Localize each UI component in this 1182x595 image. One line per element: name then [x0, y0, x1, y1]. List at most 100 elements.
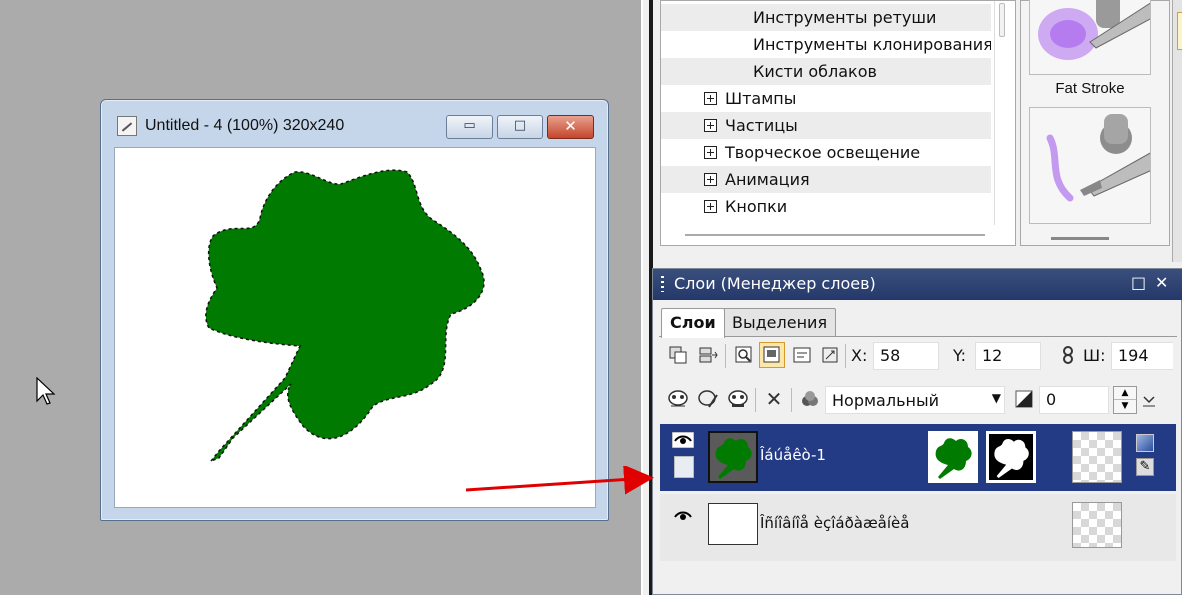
- airbrush-icon: [1046, 114, 1150, 202]
- layer-properties-icon[interactable]: [789, 342, 815, 368]
- tree-item[interactable]: Штампы: [661, 85, 991, 112]
- restore-icon[interactable]: □: [1131, 273, 1146, 292]
- opacity-dropdown-icon[interactable]: [1139, 386, 1159, 412]
- tree-item[interactable]: Кисти облаков: [661, 58, 991, 85]
- document-icon: [117, 116, 137, 136]
- tree-item[interactable]: Кнопки: [661, 193, 991, 220]
- tree-item[interactable]: Инструменты клонирования: [661, 31, 991, 58]
- tree-horizontal-scrollbar[interactable]: [685, 234, 985, 238]
- layer-name[interactable]: Îáúåêò-1: [760, 446, 910, 464]
- scrollbar-thumb[interactable]: [999, 3, 1005, 37]
- tree-vertical-scrollbar[interactable]: [994, 1, 1009, 225]
- visibility-toggle[interactable]: [672, 508, 696, 558]
- merge-layers-glyph: [699, 347, 718, 363]
- tree-item-label: Кисти облаков: [753, 62, 877, 81]
- chain-link-glyph: [1063, 346, 1073, 364]
- toolbar-separator: [755, 388, 756, 412]
- tree-item[interactable]: Частицы: [661, 112, 991, 139]
- color-balls-glyph: [802, 391, 818, 406]
- layer-transparency-thumbnail: [1072, 431, 1122, 483]
- layers-panel-header[interactable]: Слои (Менеджер слоев) □ ✕: [653, 269, 1182, 300]
- y-position-input[interactable]: 12: [975, 342, 1041, 370]
- document-titlebar[interactable]: Untitled - 4 (100%) 320x240 ▭ □ ✕: [101, 100, 608, 146]
- brush-preset-thumbnail[interactable]: [1029, 107, 1151, 224]
- spin-up-icon[interactable]: ▲: [1114, 387, 1136, 400]
- merge-layers-icon[interactable]: [695, 342, 721, 368]
- brush-preset-thumbnail[interactable]: [1029, 0, 1151, 75]
- zoom-layer-icon[interactable]: [731, 342, 757, 368]
- close-button[interactable]: ✕: [547, 115, 594, 139]
- toolbar-separator: [725, 344, 726, 368]
- layer-mode-glyph: [763, 346, 780, 363]
- layer-row-object-1[interactable]: Îáúåêò-1 ✎: [660, 424, 1176, 491]
- layer-name[interactable]: Îñíîâíîå èçîáðàæåíèå: [760, 514, 910, 532]
- brush-scrollbar[interactable]: [1051, 237, 1109, 240]
- layer-row-background[interactable]: Îñíîâíîå èçîáðàæåíèå: [660, 494, 1176, 561]
- minimize-button[interactable]: ▭: [446, 115, 493, 139]
- tree-item[interactable]: Инструменты ретуши: [661, 4, 991, 31]
- tree-item[interactable]: Анимация: [661, 166, 991, 193]
- color-balls-icon[interactable]: [797, 386, 823, 412]
- expand-icon[interactable]: [704, 119, 717, 132]
- layer-mode-icon[interactable]: [759, 342, 785, 368]
- image-canvas[interactable]: [114, 147, 596, 508]
- chevron-down-icon: ▼: [991, 391, 1001, 405]
- color-swatch-icon[interactable]: [1136, 434, 1154, 452]
- effects-tree-panel: Инструменты ретуши Инструменты клонирова…: [660, 0, 1016, 246]
- eye-icon: [674, 511, 692, 520]
- tree-item-label: Инструменты ретуши: [753, 8, 937, 27]
- mask-icon[interactable]: [665, 386, 691, 412]
- brush-preset-label: Fat Stroke: [1055, 80, 1125, 97]
- expand-icon[interactable]: [704, 92, 717, 105]
- leaf-thumbnail: [715, 438, 752, 479]
- opacity-spinner[interactable]: ▲ ▼: [1113, 386, 1137, 414]
- annotation-arrow: [465, 466, 654, 495]
- expand-icon[interactable]: [704, 200, 717, 213]
- layer-content-thumbnail: [928, 431, 978, 483]
- mask-delete-icon[interactable]: [725, 386, 751, 412]
- blend-mode-select[interactable]: Нормальный ▼: [825, 386, 1005, 414]
- brush-edit-icon[interactable]: ✎: [1136, 458, 1154, 476]
- document-window[interactable]: Untitled - 4 (100%) 320x240 ▭ □ ✕: [100, 99, 609, 521]
- minimize-icon: ▭: [463, 118, 476, 133]
- layer-thumbnail: [708, 503, 758, 545]
- layer-transform-icon[interactable]: [817, 342, 843, 368]
- x-label: X:: [851, 346, 868, 365]
- maximize-icon: □: [513, 118, 527, 133]
- tree-item-label: Инструменты клонирования: [753, 35, 991, 54]
- zoom-layer-glyph: [735, 346, 752, 363]
- tree-item-label: Творческое освещение: [725, 143, 921, 162]
- tab-selections[interactable]: Выделения: [723, 308, 837, 337]
- cursor-icon: [36, 377, 56, 405]
- opacity-input[interactable]: 0: [1039, 386, 1109, 414]
- new-layer-icon[interactable]: [665, 342, 691, 368]
- expand-icon[interactable]: [704, 173, 717, 186]
- tree-item-label: Анимация: [725, 170, 810, 189]
- opacity-glyph: [1015, 390, 1033, 408]
- spin-down-icon[interactable]: ▼: [1114, 400, 1136, 413]
- expand-icon[interactable]: [704, 146, 717, 159]
- visibility-toggle[interactable]: [671, 431, 696, 482]
- close-icon[interactable]: ✕: [1155, 273, 1168, 292]
- width-input[interactable]: 194: [1111, 342, 1173, 370]
- tab-layers[interactable]: Слои: [661, 308, 725, 338]
- delete-x-icon[interactable]: ✕: [761, 386, 787, 412]
- mask-edit-icon[interactable]: [695, 386, 721, 412]
- leaf-shape: [205, 169, 485, 463]
- tree-item[interactable]: Творческое освещение: [661, 139, 991, 166]
- layer-mask-thumbnail[interactable]: [986, 431, 1036, 483]
- link-icon[interactable]: [1055, 342, 1081, 368]
- layer-lock-toggle[interactable]: [674, 456, 694, 478]
- brush-preset-panel: Fat Stroke: [1020, 0, 1170, 246]
- maximize-button[interactable]: □: [497, 115, 543, 139]
- side-tab[interactable]: [1177, 12, 1182, 50]
- layer-toolbar-row-1: X: 58 Y: 12 Ш: 194: [661, 342, 1181, 372]
- mask-delete-glyph: [728, 390, 748, 407]
- grip-icon[interactable]: [661, 276, 664, 292]
- tree-item-label: Штампы: [725, 89, 797, 108]
- x-position-input[interactable]: 58: [873, 342, 939, 370]
- toolbar-separator: [791, 388, 792, 412]
- airbrush-icon: [1038, 0, 1150, 60]
- eye-icon: [671, 431, 695, 449]
- mask-thumbnail: [994, 439, 1029, 479]
